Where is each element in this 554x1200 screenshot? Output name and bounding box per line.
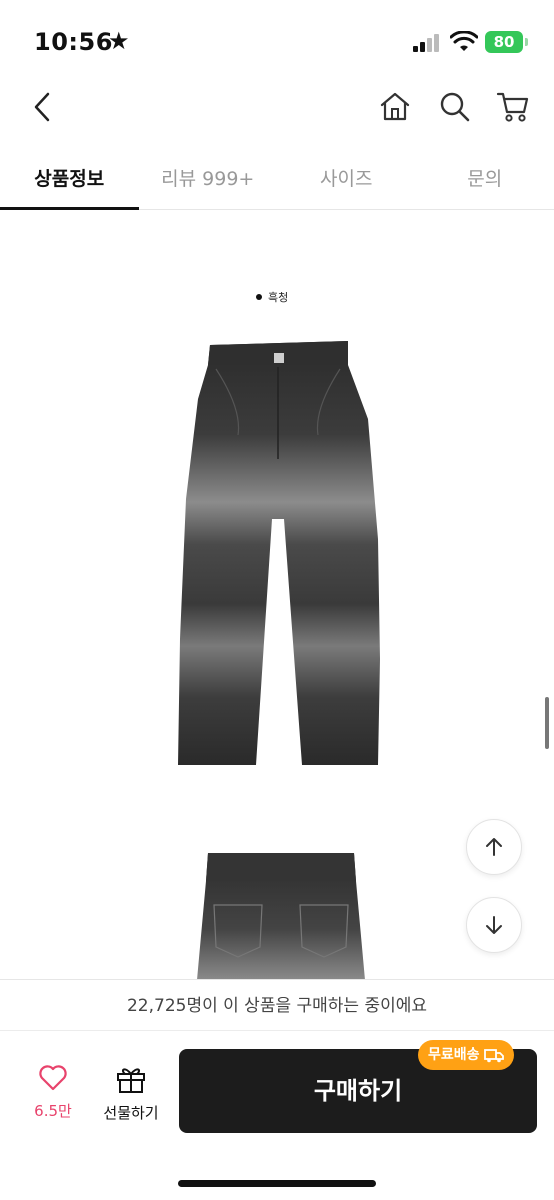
product-tabs: 상품정보 리뷰 999+ 사이즈 문의 — [0, 150, 554, 210]
truck-icon — [483, 1049, 504, 1063]
purchase-activity-notice: 22,725명이 이 상품을 구매하는 중이에요 — [0, 979, 554, 1031]
free-shipping-label: 무료배송 — [428, 1047, 480, 1063]
bottom-action-bar: 6.5만 선물하기 구매하기 무료배송 — [0, 1032, 554, 1200]
tab-inquiry[interactable]: 문의 — [416, 150, 554, 209]
free-shipping-badge: 무료배송 — [418, 1040, 514, 1070]
arrow-up-icon — [486, 838, 502, 856]
battery-indicator: 80 — [485, 31, 523, 53]
product-detail-content: 흑청 — [0, 211, 554, 979]
home-icon[interactable] — [378, 90, 412, 124]
tab-product-info[interactable]: 상품정보 — [0, 150, 139, 210]
home-indicator — [178, 1180, 376, 1187]
star-icon: ★ — [108, 27, 130, 55]
wifi-icon — [450, 31, 478, 51]
cart-icon[interactable] — [496, 90, 530, 124]
like-button[interactable]: 6.5만 — [28, 1064, 78, 1121]
color-option-label: 흑청 — [256, 289, 288, 305]
search-icon[interactable] — [438, 90, 472, 124]
scrollbar[interactable] — [545, 697, 549, 749]
cellular-signal-icon — [413, 34, 441, 52]
gift-label: 선물하기 — [103, 1104, 159, 1122]
scroll-up-button[interactable] — [466, 819, 522, 875]
status-time: 10:56 — [34, 28, 113, 56]
gift-button[interactable]: 선물하기 — [96, 1064, 166, 1123]
jeans-back-image — [197, 853, 365, 979]
battery-nub — [525, 38, 528, 46]
scroll-down-button[interactable] — [466, 897, 522, 953]
back-icon[interactable] — [28, 90, 58, 124]
heart-icon — [39, 1065, 67, 1091]
tab-size[interactable]: 사이즈 — [277, 150, 416, 209]
jeans-front-image — [178, 341, 380, 765]
color-name: 흑청 — [268, 291, 289, 304]
top-nav — [0, 86, 554, 132]
tab-reviews[interactable]: 리뷰 999+ — [139, 150, 278, 209]
color-dot — [256, 294, 262, 300]
arrow-down-icon — [486, 916, 502, 934]
gift-icon — [117, 1068, 145, 1093]
like-count: 6.5만 — [34, 1102, 72, 1120]
status-bar: 10:56 ★ 80 — [0, 0, 554, 86]
